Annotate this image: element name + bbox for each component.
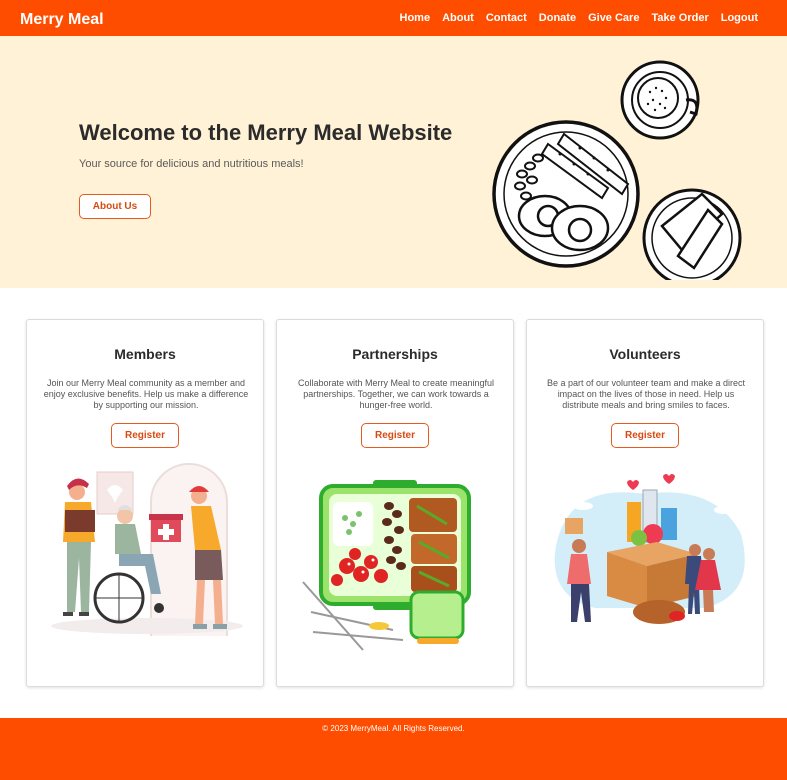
partnerships-card: Partnerships Collaborate with Merry Meal… [276, 319, 514, 687]
volunteers-register-button[interactable]: Register [611, 423, 679, 448]
lunchbox-meal-icon [302, 480, 471, 651]
nav-logout[interactable]: Logout [721, 12, 758, 25]
breakfast-plate-icon [492, 60, 742, 280]
partnerships-title: Partnerships [352, 346, 438, 362]
members-text: Join our Merry Meal community as a membe… [43, 378, 249, 410]
members-title: Members [114, 346, 176, 362]
nav-donate[interactable]: Donate [539, 12, 576, 25]
caregiver-wheelchair-icon [51, 463, 243, 636]
footer: © 2023 MerryMeal. All Rights Reserved. [0, 718, 787, 780]
about-us-button[interactable]: About Us [79, 194, 151, 219]
volunteers-title: Volunteers [609, 346, 681, 362]
volunteers-card: Volunteers Be a part of our volunteer te… [526, 319, 764, 687]
partnerships-text: Collaborate with Merry Meal to create me… [297, 378, 495, 410]
donation-box-icon [554, 474, 745, 624]
nav-give-care[interactable]: Give Care [588, 12, 639, 25]
hero-section: Welcome to the Merry Meal Website Your s… [0, 36, 787, 288]
nav-links: Home About Contact Donate Give Care Take… [388, 12, 758, 25]
brand-logo[interactable]: Merry Meal [20, 11, 104, 29]
nav-about[interactable]: About [442, 12, 474, 25]
members-card: Members Join our Merry Meal community as… [26, 319, 264, 687]
partnerships-register-button[interactable]: Register [361, 423, 429, 448]
volunteers-text: Be a part of our volunteer team and make… [546, 378, 746, 410]
nav-contact[interactable]: Contact [486, 12, 527, 25]
members-register-button[interactable]: Register [111, 423, 179, 448]
copyright-text: © 2023 MerryMeal. All Rights Reserved. [322, 724, 465, 733]
hero-subtitle: Your source for delicious and nutritious… [79, 158, 304, 170]
nav-home[interactable]: Home [400, 12, 431, 25]
hero-title: Welcome to the Merry Meal Website [79, 120, 453, 145]
navbar: Merry Meal Home About Contact Donate Giv… [0, 0, 787, 36]
nav-take-order[interactable]: Take Order [651, 12, 708, 25]
